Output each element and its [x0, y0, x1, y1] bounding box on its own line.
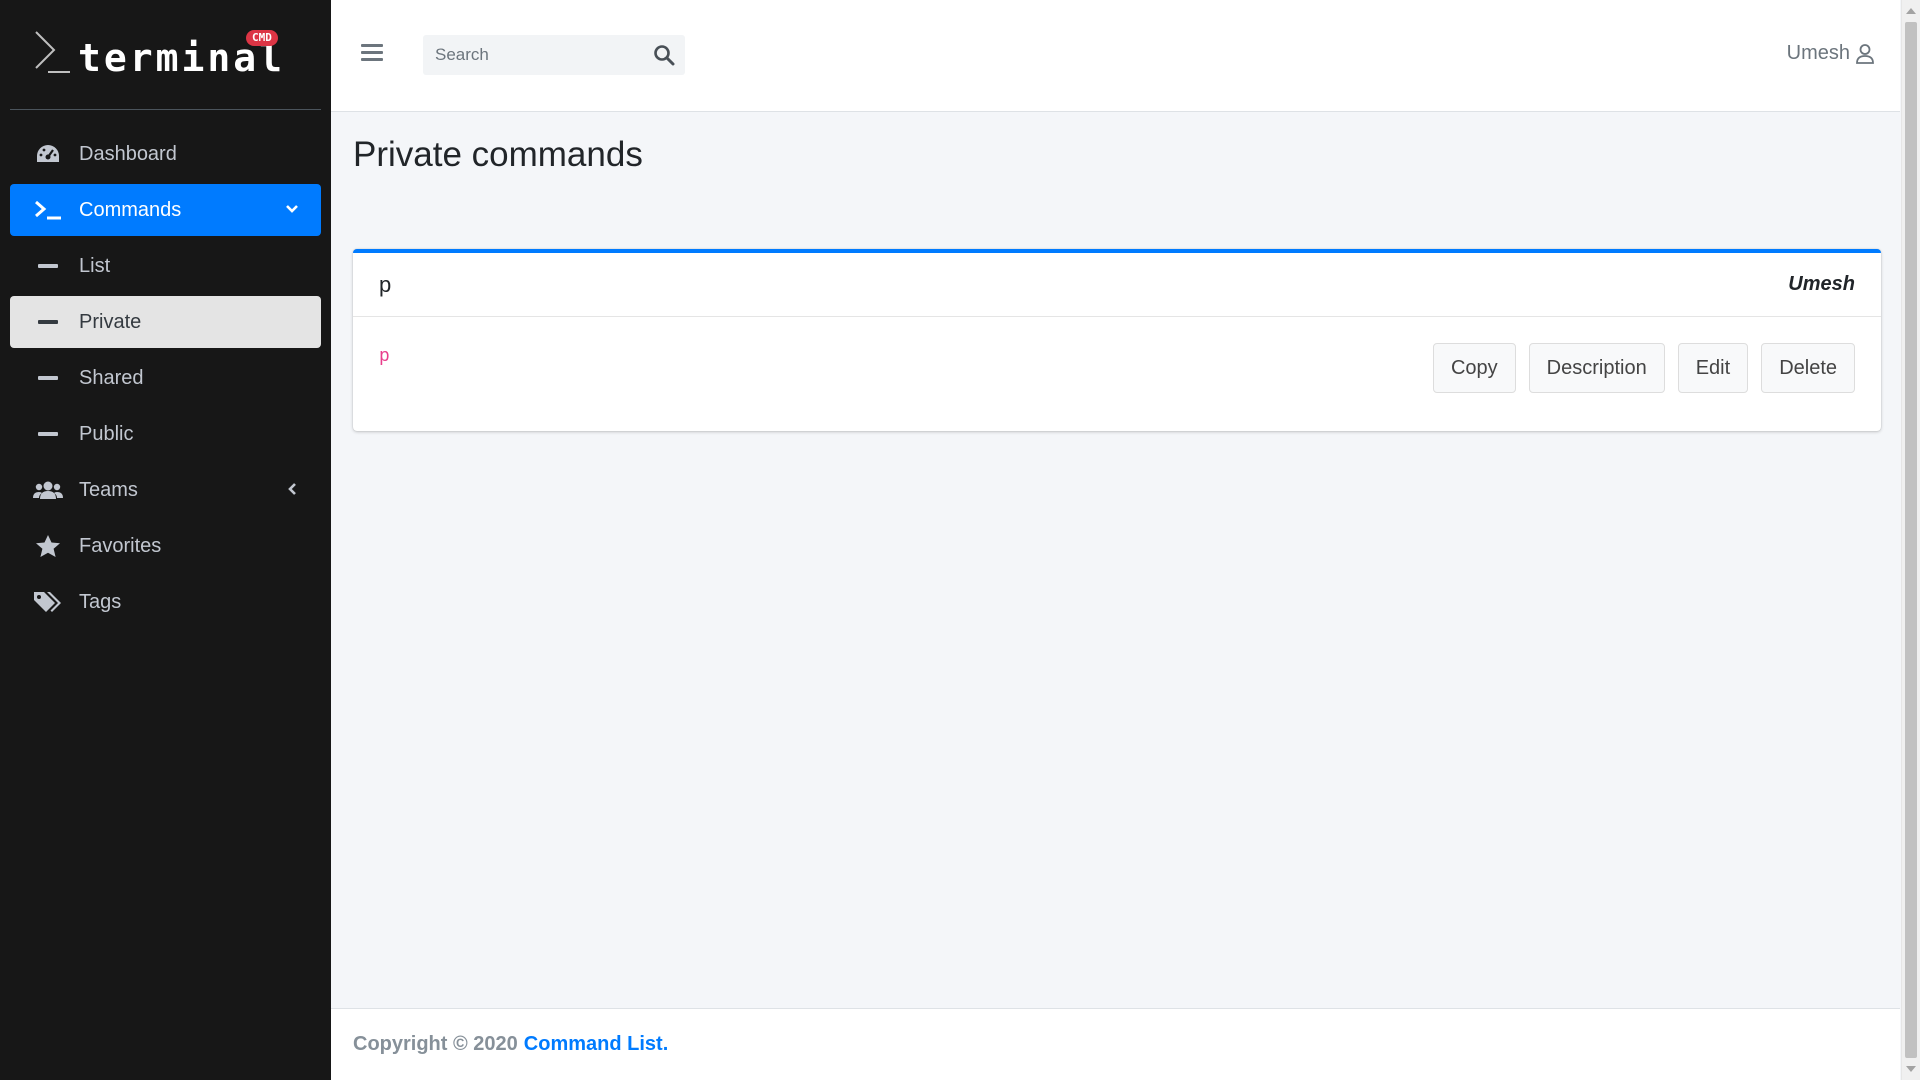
- hamburger-menu-icon[interactable]: [361, 44, 383, 62]
- star-icon: [33, 533, 63, 559]
- description-button[interactable]: Description: [1528, 343, 1665, 393]
- search-icon[interactable]: [653, 44, 675, 66]
- dash-icon: [33, 253, 63, 279]
- command-title: p: [379, 271, 392, 297]
- command-owner: Umesh: [1788, 273, 1855, 295]
- brand-logo[interactable]: terminal CMD: [10, 0, 321, 110]
- sidebar: terminal CMD Dashboard Commands List Pri…: [0, 0, 331, 1080]
- card-header: p Umesh: [353, 253, 1881, 317]
- footer-suffix: .: [662, 1033, 669, 1055]
- dash-icon: [33, 421, 63, 447]
- sidebar-item-private[interactable]: Private: [10, 296, 321, 348]
- command-actions: Copy Description Edit Delete: [1432, 343, 1855, 393]
- copyright-text: Copyright © 2020: [353, 1033, 518, 1055]
- copy-button[interactable]: Copy: [1432, 343, 1516, 393]
- search-input[interactable]: [423, 45, 633, 65]
- sidebar-nav: Dashboard Commands List Private Shared P…: [0, 128, 331, 628]
- command-list-link[interactable]: Command List: [524, 1033, 663, 1056]
- sidebar-item-favorites[interactable]: Favorites: [10, 520, 321, 572]
- main-content: Private commands p Umesh p Copy Descript…: [331, 113, 1900, 1008]
- command-card: p Umesh p Copy Description Edit Delete: [353, 249, 1881, 431]
- sidebar-item-list[interactable]: List: [10, 240, 321, 292]
- top-navbar: Umesh: [331, 0, 1900, 112]
- sidebar-item-label: Public: [79, 422, 134, 445]
- terminal-icon: [33, 197, 63, 223]
- user-menu[interactable]: Umesh: [1787, 42, 1876, 65]
- scrollbar[interactable]: [1901, 0, 1920, 1080]
- edit-button[interactable]: Edit: [1677, 343, 1749, 393]
- scrollbar-thumb[interactable]: [1905, 22, 1917, 1058]
- chevron-down-icon: [281, 198, 303, 220]
- dash-icon: [33, 365, 63, 391]
- sidebar-item-shared[interactable]: Shared: [10, 352, 321, 404]
- tachometer-icon: [33, 141, 63, 167]
- user-name: Umesh: [1786, 42, 1850, 64]
- sidebar-item-tags[interactable]: Tags: [10, 576, 321, 628]
- sidebar-item-label: Dashboard: [79, 142, 177, 165]
- sidebar-item-teams[interactable]: Teams: [10, 464, 321, 516]
- footer: Copyright © 2020 Command List .: [331, 1008, 1900, 1080]
- card-body: p Copy Description Edit Delete: [353, 317, 1881, 431]
- sidebar-item-label: Favorites: [79, 534, 162, 557]
- users-icon: [33, 477, 63, 503]
- user-icon: [1854, 43, 1876, 65]
- sidebar-item-label: Shared: [79, 366, 144, 389]
- sidebar-item-commands[interactable]: Commands: [10, 184, 321, 236]
- dash-icon: [33, 309, 63, 335]
- command-code: p: [379, 347, 390, 367]
- sidebar-item-public[interactable]: Public: [10, 408, 321, 460]
- chevron-left-icon: [281, 478, 303, 500]
- scroll-down-arrow-icon[interactable]: [1906, 1066, 1916, 1072]
- sidebar-item-label: Tags: [79, 590, 122, 613]
- delete-button[interactable]: Delete: [1761, 343, 1855, 393]
- scroll-up-arrow-icon[interactable]: [1906, 8, 1916, 14]
- sidebar-item-label: List: [79, 254, 111, 277]
- prompt-chevron-icon: [35, 31, 70, 73]
- page-title: Private commands: [353, 135, 643, 174]
- brand-badge: CMD: [246, 30, 278, 46]
- search-box: [423, 35, 685, 75]
- sidebar-item-label: Private: [79, 310, 142, 333]
- sidebar-item-dashboard[interactable]: Dashboard: [10, 128, 321, 180]
- tags-icon: [33, 589, 63, 615]
